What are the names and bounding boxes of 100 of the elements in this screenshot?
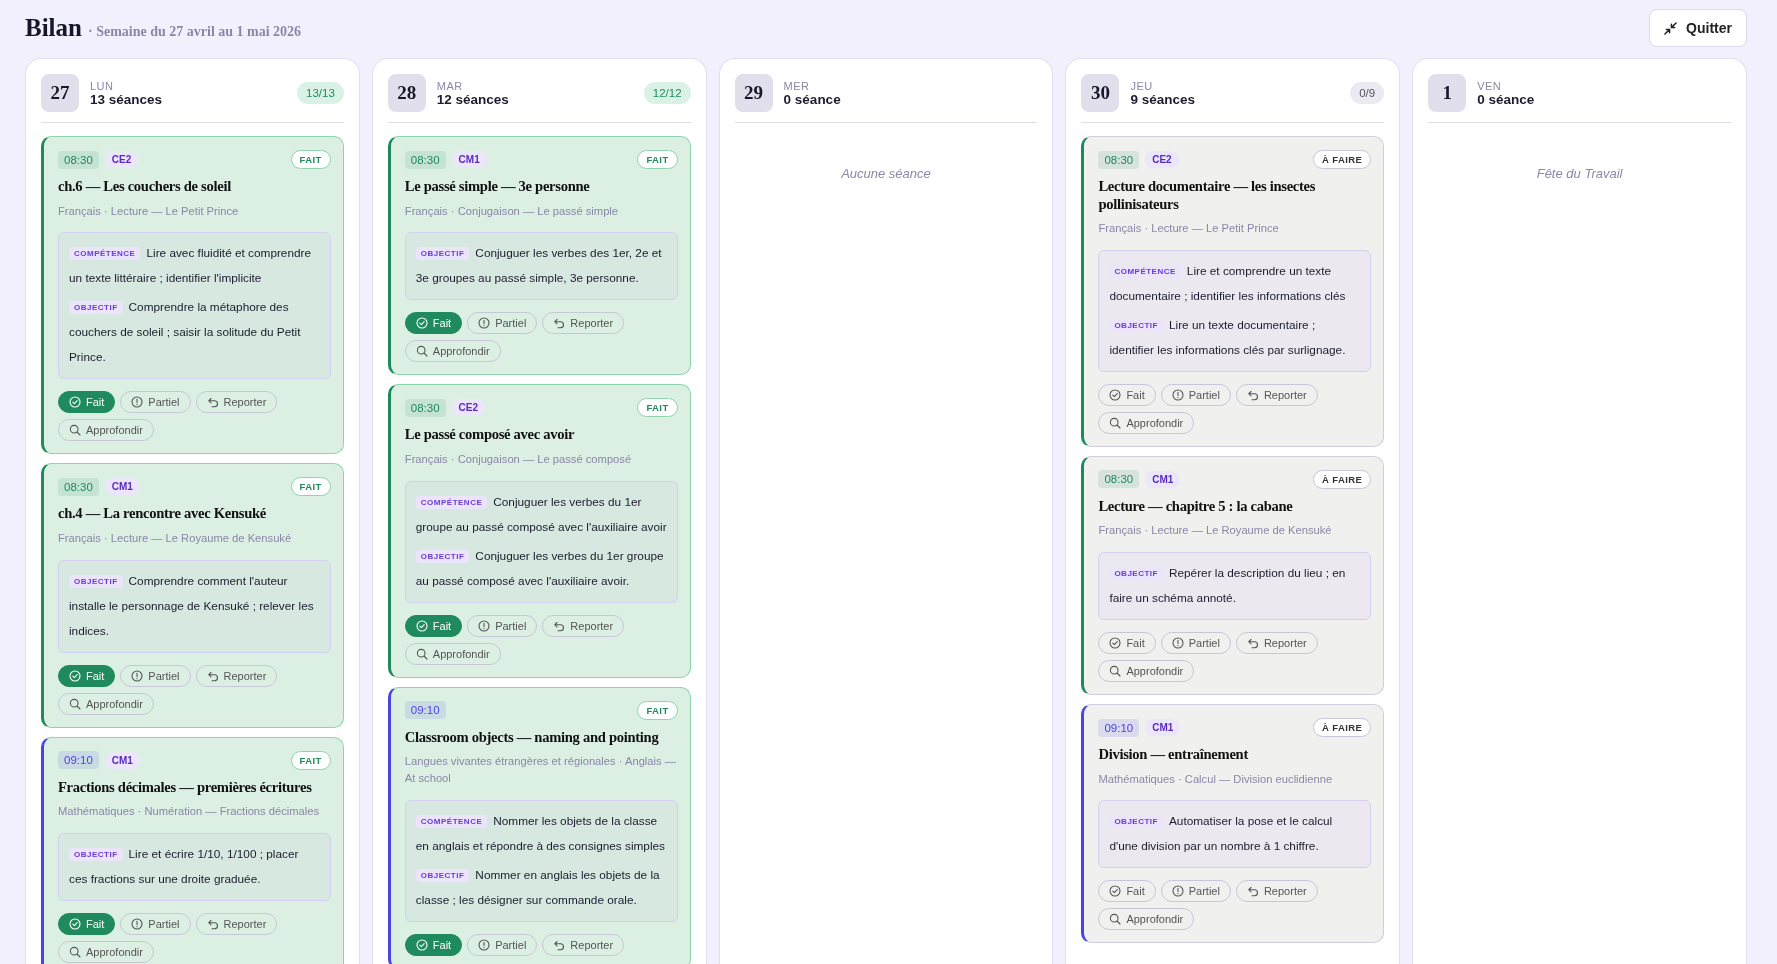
session-title: Classroom objects — naming and pointing — [404, 728, 660, 747]
check-circle-icon — [1109, 388, 1122, 401]
quit-button[interactable]: Quitter — [1649, 9, 1747, 47]
action-button[interactable]: Fait — [58, 391, 116, 414]
level-badge: CM1 — [1145, 470, 1181, 488]
weekday-label: JEU — [1130, 79, 1154, 92]
time-badge: 08:30 — [1098, 470, 1140, 489]
empty-message: Aucune séance — [840, 166, 932, 181]
session-count: 9 séances — [1130, 91, 1195, 107]
time-badge: 09:10 — [404, 701, 446, 720]
note-text: OBJECTIF Comprendre la métaphore des couchers de soleil ; saisir la solitude du Petit Prince. — [69, 299, 302, 367]
note-text: COMPÉTENCE Conjuguer les verbes du 1er groupe au passé composé avec l'auxiliaire avoir — [415, 493, 667, 536]
exclamation-circle-icon — [1171, 885, 1184, 898]
session-subject: Français · Lecture — Le Royaume de Kensuké — [58, 530, 293, 546]
status-badge: FAIT — [290, 477, 331, 497]
time-badge: 08:30 — [404, 398, 446, 417]
check-circle-icon — [69, 917, 81, 930]
session-count: 12 séances — [436, 91, 509, 107]
exclamation-circle-icon — [131, 669, 144, 682]
check-circle-icon — [69, 396, 81, 409]
check-circle-icon — [415, 938, 428, 951]
level-badge: CM1 — [1145, 719, 1181, 737]
undo-arrow-icon — [1246, 637, 1259, 650]
session-title: Lecture documentaire — les insectes pollinisateurs — [1098, 178, 1317, 213]
status-badge: À FAIRE — [1312, 718, 1372, 738]
exclamation-circle-icon — [131, 917, 144, 930]
day-number: 1 — [1428, 74, 1467, 112]
status-badge: FAIT — [637, 398, 678, 418]
note-text: OBJECTIF Comprendre comment l'auteur installe le personnage de Kensuké ; relever les indices. — [69, 572, 315, 640]
session-subject: Français · Lecture — Le Royaume de Kensuké — [1098, 523, 1333, 539]
collapse-arrows-icon — [1664, 21, 1678, 35]
status-badge: FAIT — [637, 150, 678, 169]
undo-arrow-icon — [1246, 388, 1259, 401]
action-button[interactable]: Fait — [404, 312, 463, 335]
exclamation-circle-icon — [478, 938, 491, 951]
progress-badge: 0/9 — [1350, 82, 1385, 104]
progress-badge: 12/12 — [643, 82, 691, 104]
check-circle-icon — [1109, 637, 1122, 650]
search-icon — [415, 647, 428, 660]
note-text: OBJECTIF Lire un texte documentaire ; identifier les informations clés par surlignage. — [1109, 316, 1347, 359]
exclamation-circle-icon — [131, 396, 144, 409]
level-badge: CM1 — [451, 151, 487, 168]
action-button[interactable]: Fait — [404, 614, 463, 637]
status-badge: À FAIRE — [1312, 469, 1372, 489]
check-circle-icon — [1109, 885, 1122, 898]
day-number: 28 — [387, 74, 426, 112]
search-icon — [69, 697, 81, 710]
exclamation-circle-icon — [1171, 388, 1184, 401]
note-text: COMPÉTENCE Lire et comprendre un texte documentaire ; identifier les informations clés — [1109, 262, 1347, 305]
weekday-label: MAR — [436, 79, 464, 92]
check-circle-icon — [69, 669, 81, 682]
session-subject: Français · Lecture — Le Petit Prince — [58, 203, 240, 219]
exclamation-circle-icon — [478, 619, 491, 632]
week-subtitle: · Semaine du 27 avril au 1 mai 2026 — [88, 24, 302, 40]
search-icon — [1109, 913, 1122, 926]
undo-arrow-icon — [206, 396, 219, 409]
time-badge: 08:30 — [58, 150, 99, 169]
time-badge: 08:30 — [58, 477, 99, 496]
session-title: Lecture — chapitre 5 : la cabane — [1098, 497, 1294, 516]
page-title: Bilan — [25, 14, 82, 42]
day-number: 29 — [734, 74, 773, 112]
action-button[interactable]: Fait — [58, 664, 116, 687]
note-text: COMPÉTENCE Lire avec fluidité et comprendre un texte littéraire ; identifier l'implicite — [69, 245, 313, 288]
note-text: OBJECTIF Repérer la description du lieu ; en faire un schéma annoté. — [1109, 565, 1347, 608]
undo-arrow-icon — [206, 917, 219, 930]
level-badge: CM1 — [104, 751, 140, 769]
day-number: 27 — [41, 74, 79, 112]
status-badge: FAIT — [290, 150, 331, 169]
status-badge: FAIT — [290, 750, 331, 770]
search-icon — [1109, 665, 1122, 678]
level-badge: CM1 — [104, 478, 140, 496]
session-subject: Français · Lecture — Le Petit Prince — [1098, 221, 1280, 236]
note-text: OBJECTIF Automatiser la pose et le calcul d'une division par un nombre à 1 chiffre. — [1109, 813, 1334, 856]
undo-arrow-icon — [553, 317, 566, 330]
search-icon — [415, 345, 428, 358]
session-count: 13 séances — [90, 91, 163, 107]
session-title: Division — entraînement — [1098, 746, 1250, 764]
level-badge: CE2 — [451, 399, 486, 417]
note-text: OBJECTIF Nommer en anglais les objets de la classe ; les désigner sur commande orale. — [415, 866, 661, 909]
search-icon — [69, 945, 81, 958]
action-button[interactable]: Fait — [58, 912, 116, 935]
time-badge: 09:10 — [58, 751, 99, 770]
check-circle-icon — [415, 317, 428, 330]
session-title: Le passé composé avec avoir — [404, 426, 576, 444]
day-number: 30 — [1081, 74, 1120, 112]
exclamation-circle-icon — [478, 317, 491, 330]
session-count: 0 séance — [1477, 91, 1535, 107]
weekday-label: VEN — [1477, 79, 1503, 92]
session-subject: Langues vivantes étrangères et régionales · Anglais — At school — [404, 754, 677, 786]
session-title: Le passé simple — 3e personne — [404, 178, 591, 196]
session-count: 0 séance — [783, 91, 841, 107]
undo-arrow-icon — [1246, 885, 1259, 898]
session-subject: Français · Conjugaison — Le passé composé — [404, 451, 633, 467]
undo-arrow-icon — [206, 669, 219, 682]
session-subject: Français · Conjugaison — Le passé simple — [404, 203, 620, 219]
session-title: Fractions décimales — premières écritures — [58, 778, 313, 797]
time-badge: 08:30 — [1098, 150, 1140, 169]
search-icon — [1109, 416, 1122, 429]
action-button[interactable]: Fait — [404, 933, 463, 956]
session-subject: Mathématiques · Numération — Fractions décimales — [58, 804, 321, 820]
